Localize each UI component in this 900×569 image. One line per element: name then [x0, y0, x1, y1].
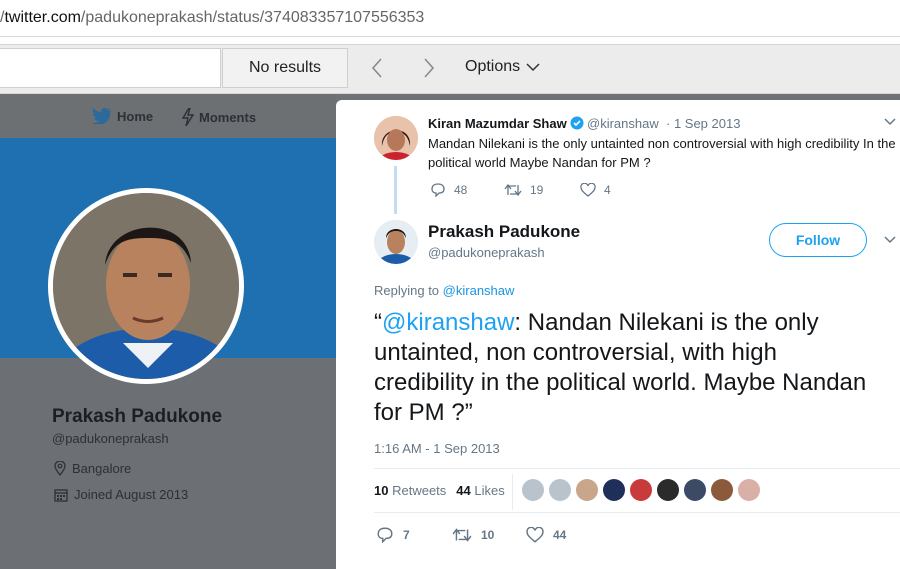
profile-handle: @padukoneprakash [52, 431, 169, 446]
nav-moments-label: Moments [199, 109, 257, 125]
replying-prefix: Replying to [374, 283, 440, 298]
nav-moments[interactable]: Moments [182, 108, 256, 126]
like-stat-label: Likes [474, 483, 505, 498]
replying-to: Replying to @kiranshaw [374, 283, 514, 298]
profile-location: Bangalore [54, 461, 131, 476]
previous-result-icon[interactable] [365, 55, 391, 81]
parent-retweet-button[interactable]: 19 [504, 183, 543, 197]
find-input[interactable] [0, 48, 221, 88]
nav-home[interactable]: Home [92, 108, 153, 124]
profile-body-area [0, 358, 336, 569]
divider [374, 512, 900, 513]
parent-reply-count: 48 [454, 183, 468, 197]
nav-home-label: Home [117, 108, 154, 124]
follow-button[interactable]: Follow [769, 223, 867, 257]
thread-connector [394, 166, 397, 214]
joined-text: Joined August 2013 [74, 487, 189, 502]
divider [374, 468, 900, 469]
tweet-timestamp[interactable]: 1:16 AM - 1 Sep 2013 [374, 441, 500, 456]
lightning-icon [182, 108, 194, 126]
tweet-author-avatar[interactable] [374, 220, 418, 264]
next-result-icon[interactable] [415, 55, 441, 81]
parent-like-count: 4 [604, 183, 611, 197]
find-bar: No results Options [0, 44, 900, 94]
parent-author-handle[interactable]: @kiranshaw [587, 116, 659, 131]
liker-avatars [522, 479, 760, 501]
location-text: Bangalore [72, 461, 132, 476]
tweet-text: “@kiranshaw: Nandan Nilekani is the only… [374, 308, 874, 428]
liker-avatar[interactable] [738, 479, 760, 501]
reply-icon [377, 527, 393, 543]
heart-icon [526, 527, 544, 543]
tweet-mention-link[interactable]: @kiranshaw [382, 309, 514, 336]
profile-joined: Joined August 2013 [54, 487, 188, 502]
parent-like-button[interactable]: 4 [580, 183, 611, 197]
parent-tweet-text: Mandan Nilekani is the only untainted no… [428, 136, 896, 170]
options-label: Options [465, 58, 521, 75]
parent-tweet-avatar[interactable] [374, 116, 418, 160]
liker-avatar[interactable] [684, 479, 706, 501]
quote-open: “ [374, 309, 382, 336]
liker-avatar[interactable] [576, 479, 598, 501]
url-text[interactable]: /twitter.com/padukoneprakash/status/3740… [0, 9, 424, 27]
find-results-count: No results [222, 48, 348, 88]
tweet-modal: Kiran Mazumdar Shaw @kiranshaw · 1 Sep 2… [336, 100, 900, 569]
bird-icon [92, 108, 111, 124]
retweet-count: 10 [481, 528, 495, 542]
retweet-icon [452, 528, 472, 542]
tweet-author-handle[interactable]: @padukoneprakash [428, 245, 545, 260]
tweet-author-name[interactable]: Prakash Padukone [428, 222, 580, 242]
liker-avatar[interactable] [657, 479, 679, 501]
twitter-nav: Home Moments [0, 94, 336, 138]
divider [512, 474, 513, 510]
address-bar[interactable]: /twitter.com/padukoneprakash/status/3740… [0, 0, 900, 37]
profile-name: Prakash Padukone [52, 406, 223, 427]
replying-to-link[interactable]: @kiranshaw [443, 283, 515, 298]
like-stat-count: 44 [456, 483, 471, 498]
chevron-down-icon[interactable] [884, 236, 896, 244]
parent-retweet-count: 19 [530, 183, 544, 197]
parent-author-name[interactable]: Kiran Mazumdar Shaw [428, 116, 567, 131]
like-count: 44 [553, 528, 567, 542]
retweet-stat-count: 10 [374, 483, 389, 498]
parent-reply-button[interactable]: 48 [430, 183, 467, 197]
url-domain: twitter.com [4, 9, 81, 26]
liker-avatar[interactable] [630, 479, 652, 501]
liker-avatar[interactable] [549, 479, 571, 501]
chevron-down-icon [526, 63, 540, 72]
location-pin-icon [54, 461, 66, 476]
like-stat[interactable]: 44 Likes [456, 483, 504, 498]
verified-badge-icon [570, 116, 584, 130]
heart-icon [580, 183, 596, 197]
options-button[interactable]: Options [465, 58, 540, 76]
reply-icon [431, 183, 445, 197]
retweet-icon [504, 183, 522, 197]
calendar-icon [54, 488, 68, 502]
reply-button[interactable]: 7 [376, 527, 410, 543]
liker-avatar[interactable] [711, 479, 733, 501]
avatar [374, 220, 418, 264]
url-path: /padukoneprakash/status/3740833571075563… [80, 9, 425, 26]
liker-avatar[interactable] [522, 479, 544, 501]
parent-tweet-date[interactable]: · 1 Sep 2013 [666, 116, 740, 131]
avatar [374, 116, 418, 160]
retweet-stat-label: Retweets [392, 483, 447, 498]
retweet-stat[interactable]: 10 Retweets [374, 483, 446, 498]
chevron-down-icon[interactable] [884, 118, 896, 126]
profile-photo [53, 193, 239, 379]
like-button[interactable]: 44 [526, 527, 566, 543]
reply-count: 7 [403, 528, 410, 542]
retweet-button[interactable]: 10 [452, 527, 494, 543]
liker-avatar[interactable] [603, 479, 625, 501]
profile-avatar[interactable] [48, 188, 244, 384]
tweet-stats: 10 Retweets 44 Likes [374, 483, 505, 498]
